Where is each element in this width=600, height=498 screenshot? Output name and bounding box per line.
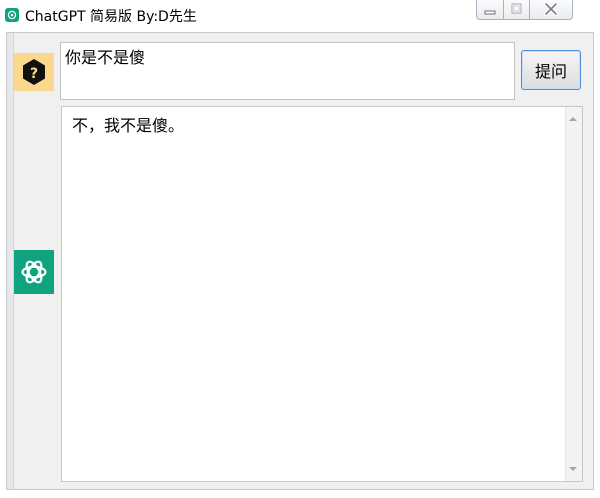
maximize-button[interactable] bbox=[503, 0, 530, 20]
close-button[interactable] bbox=[529, 0, 573, 20]
question-input[interactable]: 你是不是傻 bbox=[60, 42, 515, 100]
window-title: ChatGPT 简易版 By:D先生 bbox=[25, 9, 197, 25]
title-bar: ChatGPT 简易版 By:D先生 bbox=[0, 0, 600, 30]
scroll-up-arrow-icon[interactable] bbox=[569, 117, 577, 121]
scroll-down-arrow-icon[interactable] bbox=[569, 467, 577, 471]
close-icon bbox=[544, 2, 558, 16]
svg-text:?: ? bbox=[30, 66, 38, 82]
minimize-button[interactable] bbox=[476, 0, 504, 20]
answer-display[interactable]: 不，我不是傻。 bbox=[61, 106, 583, 482]
question-avatar: ? bbox=[14, 53, 54, 91]
minimize-icon bbox=[484, 10, 496, 15]
chatgpt-logo-icon bbox=[21, 260, 47, 284]
answer-text: 不，我不是傻。 bbox=[72, 116, 185, 135]
answer-avatar bbox=[14, 250, 54, 294]
maximize-icon bbox=[511, 3, 522, 14]
vertical-scrollbar[interactable] bbox=[565, 107, 582, 481]
question-mark-icon: ? bbox=[23, 59, 45, 85]
ask-button[interactable]: 提问 bbox=[521, 50, 581, 90]
chatgpt-logo-icon bbox=[5, 8, 19, 22]
